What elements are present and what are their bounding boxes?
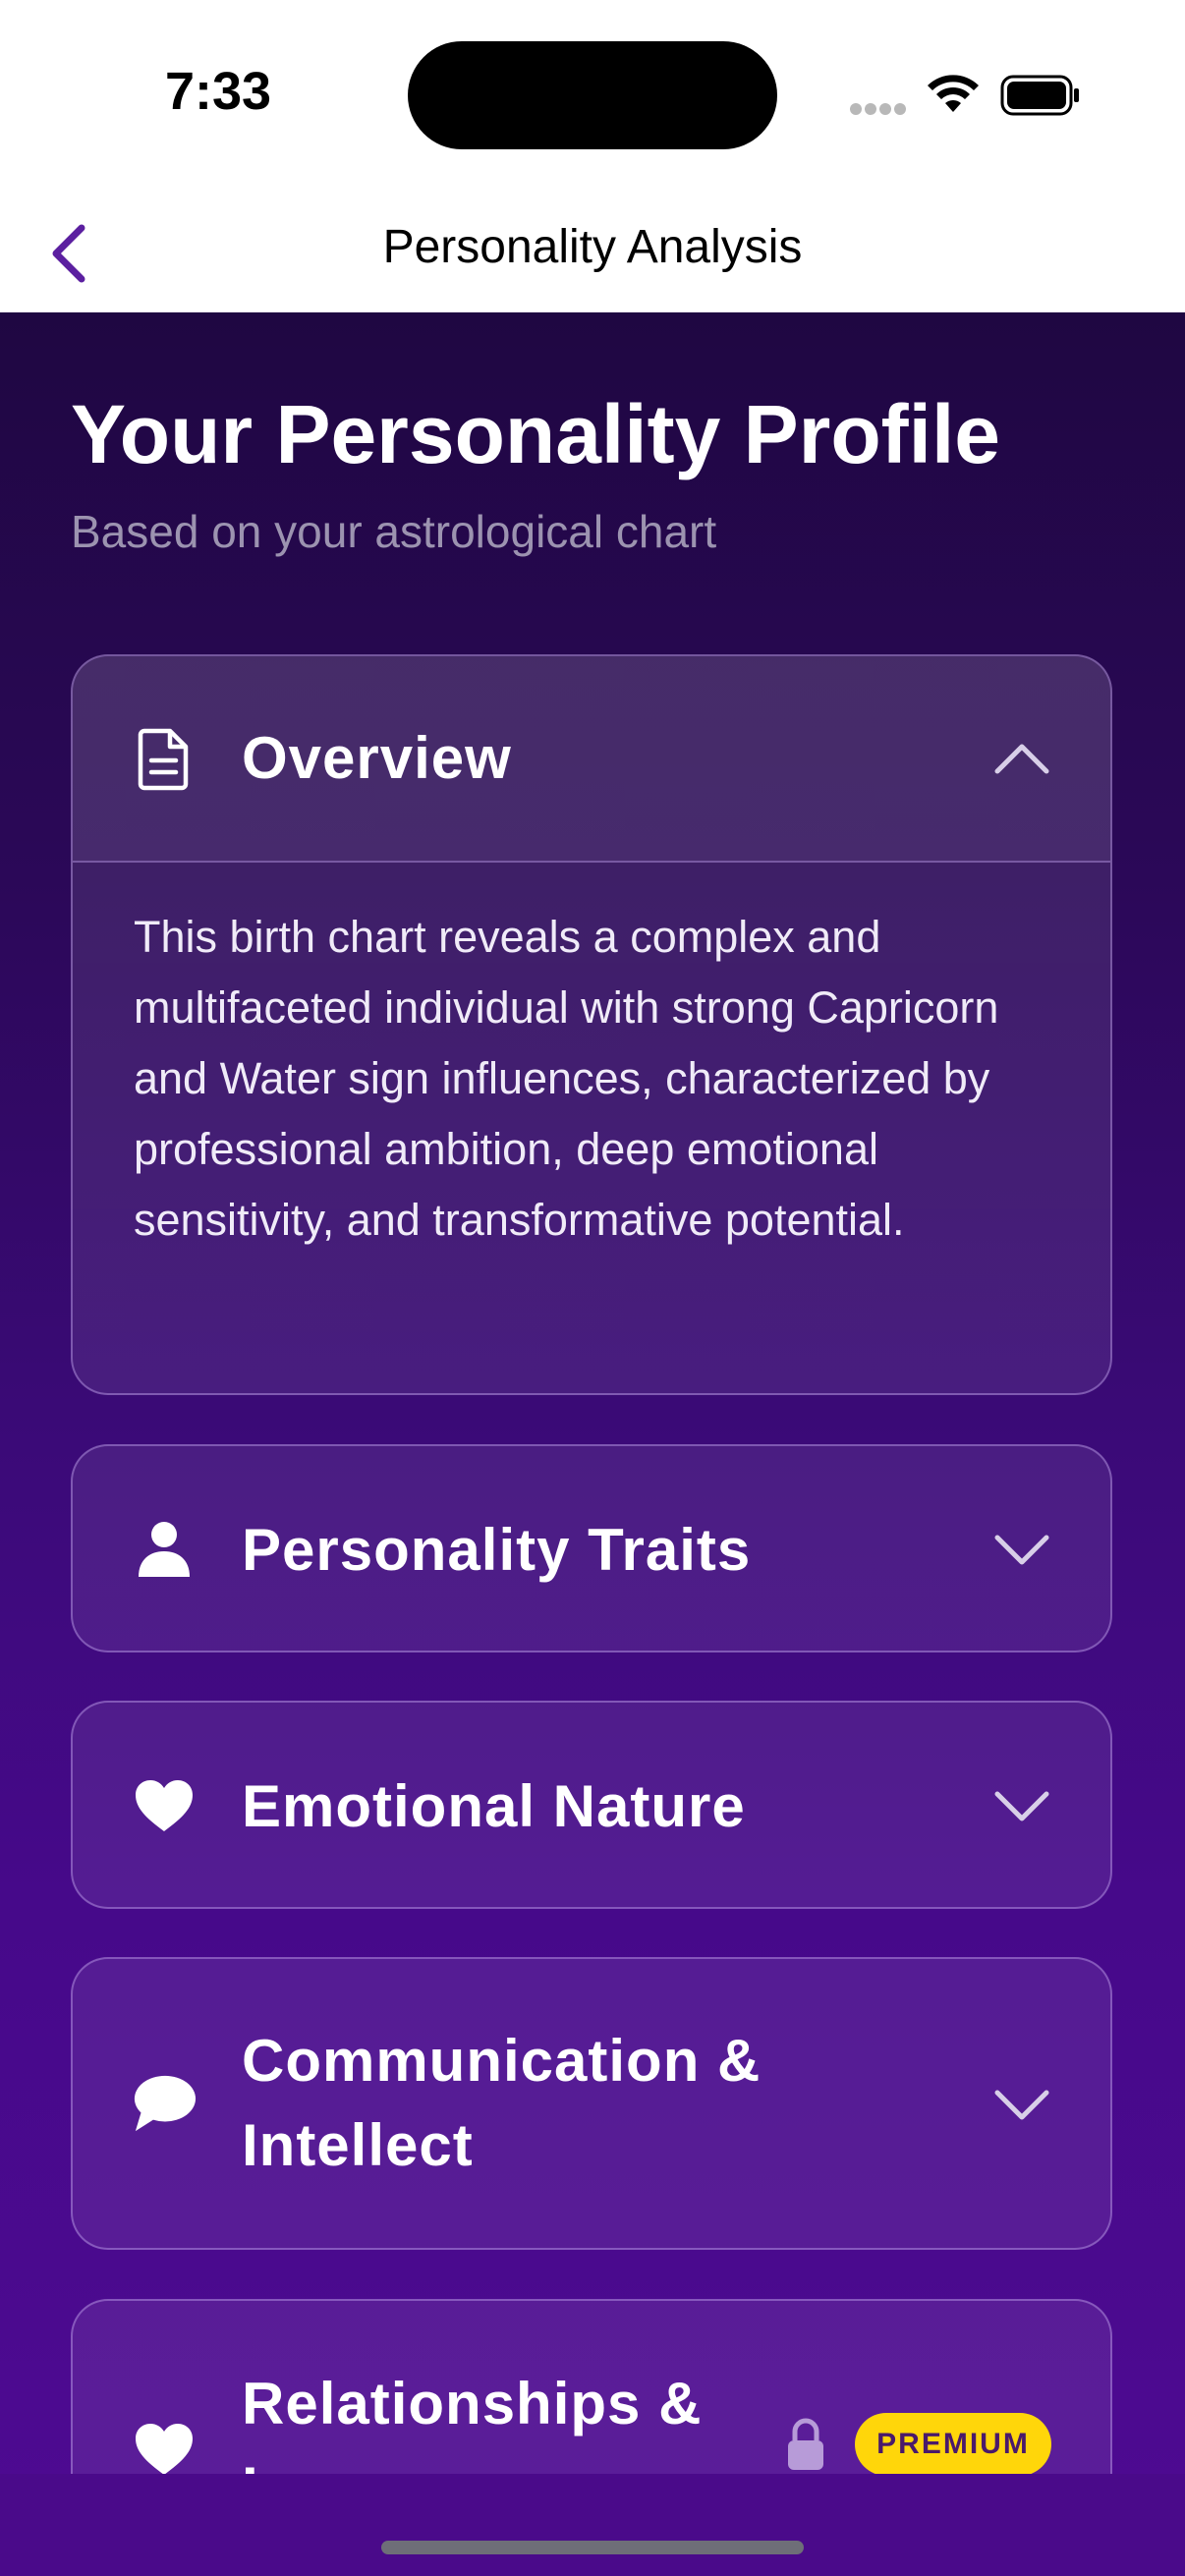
speech-bubble-icon <box>132 2071 197 2136</box>
section-communication-intellect-label: Communication & Intellect <box>242 2028 762 2178</box>
section-divider <box>73 861 1110 863</box>
home-bar-area <box>0 2474 1185 2576</box>
section-overview: Overview This birth chart reveals a comp… <box>71 654 1112 1395</box>
status-bar: 7:33 <box>0 0 1185 196</box>
page-title: Your Personality Profile <box>71 388 1001 480</box>
section-personality-traits-label: Personality Traits <box>242 1517 752 1583</box>
section-overview-label: Overview <box>242 725 512 791</box>
chevron-down-icon <box>992 1521 1051 1580</box>
main-content[interactable]: Your Personality Profile Based on your a… <box>0 312 1185 2576</box>
section-emotional-nature-header[interactable]: Emotional Nature <box>73 1703 1110 1907</box>
chevron-down-icon <box>992 2076 1051 2135</box>
home-indicator[interactable] <box>381 2541 804 2554</box>
wifi-icon <box>928 75 979 112</box>
navigation-bar: Personality Analysis <box>0 196 1185 312</box>
section-communication-intellect-header[interactable]: Communication & Intellect <box>73 1959 1110 2248</box>
battery-icon <box>1000 75 1079 116</box>
document-icon <box>132 727 197 792</box>
premium-badge: PREMIUM <box>855 2413 1051 2476</box>
section-emotional-nature-label: Emotional Nature <box>242 1773 746 1839</box>
nav-title: Personality Analysis <box>382 221 803 273</box>
status-time: 7:33 <box>165 62 272 121</box>
section-communication-intellect[interactable]: Communication & Intellect <box>71 1957 1112 2250</box>
dynamic-island <box>408 41 777 149</box>
section-overview-header[interactable]: Overview <box>73 656 1110 861</box>
chevron-down-icon <box>992 1777 1051 1836</box>
section-overview-body: This birth chart reveals a complex and m… <box>134 912 999 1245</box>
section-personality-traits[interactable]: Personality Traits <box>71 1444 1112 1652</box>
section-emotional-nature[interactable]: Emotional Nature <box>71 1701 1112 1909</box>
section-personality-traits-header[interactable]: Personality Traits <box>73 1446 1110 1651</box>
cellular-signal-icon <box>850 103 906 115</box>
lock-icon <box>788 2418 823 2470</box>
chevron-up-icon <box>992 729 1051 788</box>
heart-icon <box>132 1773 197 1838</box>
heart-icon <box>132 2417 197 2482</box>
person-icon <box>132 1517 197 1582</box>
page-subtitle: Based on your astrological chart <box>71 506 717 557</box>
